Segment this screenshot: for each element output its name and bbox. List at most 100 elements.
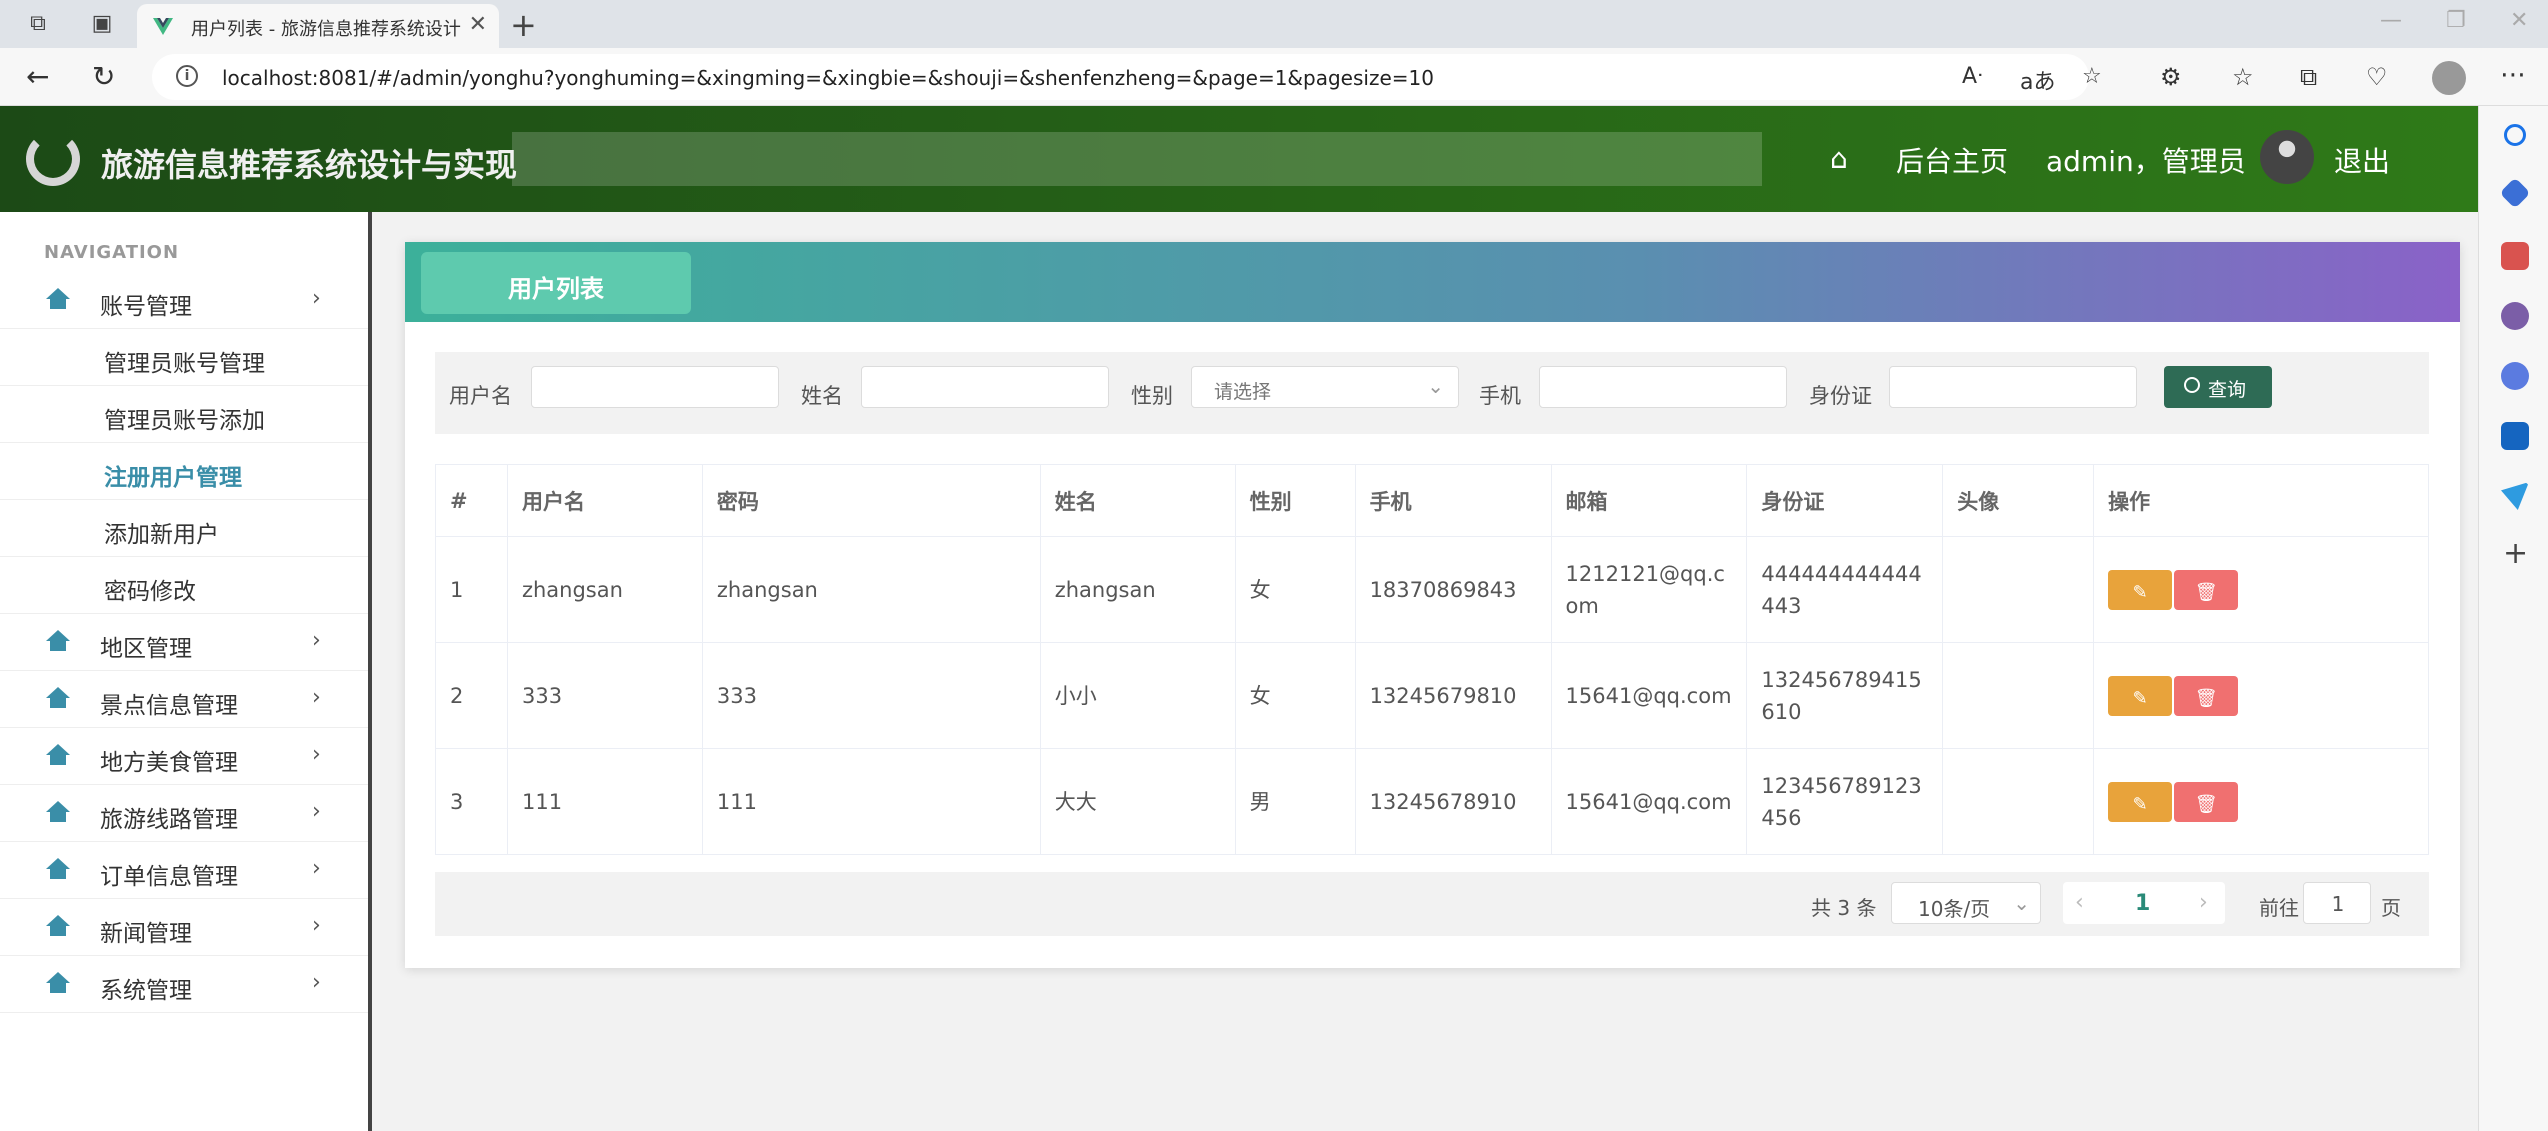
address-bar: ← ↻ i localhost:8081/#/admin/yonghu?yong… — [0, 48, 2548, 106]
name-input[interactable] — [861, 366, 1109, 408]
current-user: admin，管理员 — [2046, 145, 2246, 178]
prev-page-icon[interactable]: ‹ — [2075, 890, 2084, 915]
column-header: 性别 — [1234, 464, 1356, 537]
phone-input[interactable] — [1539, 366, 1787, 408]
avatar-cell — [1942, 748, 2095, 855]
back-icon[interactable]: ← — [26, 60, 49, 93]
avatar-cell — [1942, 536, 2095, 643]
delete-button[interactable]: 🗑 — [2174, 569, 2239, 610]
chevron-right-icon: › — [312, 286, 321, 311]
backend-home-link[interactable]: 后台主页 — [1896, 140, 2008, 180]
favorites-icon[interactable]: ☆ — [2232, 63, 2254, 91]
favorite-star-icon[interactable]: ☆ — [2082, 64, 2102, 89]
search-icon[interactable] — [2504, 124, 2526, 146]
page-size-select[interactable]: 10条/页 ⌄ — [1891, 882, 2041, 924]
edit-icon: ✎ — [2132, 581, 2148, 603]
nav-item-add-admin[interactable]: 管理员账号添加 — [0, 386, 368, 443]
table-cell: 2 — [435, 642, 508, 749]
nav-group-label: 新闻管理 — [100, 921, 192, 947]
tab-actions-icon[interactable]: ▣ — [88, 10, 116, 38]
column-header: 手机 — [1354, 464, 1552, 537]
nav-group-label: 系统管理 — [100, 978, 192, 1004]
people-icon[interactable] — [2501, 302, 2529, 330]
chevron-right-icon: › — [312, 970, 321, 995]
chevron-down-icon: ⌄ — [2013, 891, 2030, 915]
home-icon — [46, 972, 70, 994]
minimize-icon[interactable]: — — [2380, 8, 2402, 33]
nav-item-registered-users[interactable]: 注册用户管理 — [0, 443, 368, 500]
nav-item-label: 注册用户管理 — [104, 465, 242, 491]
profile-avatar[interactable] — [2432, 61, 2466, 95]
chevron-right-icon: › — [312, 685, 321, 710]
home-icon — [46, 744, 70, 766]
nav-item-admin-accounts[interactable]: 管理员账号管理 — [0, 329, 368, 386]
search-icon — [2184, 377, 2200, 393]
tab-user-list[interactable]: 用户列表 — [421, 252, 691, 314]
table-cell: 333 — [506, 642, 703, 749]
current-page[interactable]: 1 — [2135, 891, 2150, 916]
url-field[interactable]: i localhost:8081/#/admin/yonghu?yonghumi… — [152, 54, 2102, 100]
home-icon — [46, 630, 70, 652]
home-icon — [46, 801, 70, 823]
site-info-icon[interactable]: i — [176, 65, 198, 87]
shopping-tag-icon[interactable] — [2499, 177, 2531, 209]
nav-group-news[interactable]: 新闻管理 › — [0, 899, 368, 956]
chevron-right-icon: › — [312, 856, 321, 881]
nav-group-system[interactable]: 系统管理 › — [0, 956, 368, 1013]
home-icon — [46, 915, 70, 937]
send-icon[interactable] — [2501, 482, 2529, 510]
refresh-icon[interactable]: ↻ — [92, 60, 115, 93]
edit-button[interactable]: ✎ — [2108, 675, 2173, 716]
collections-icon[interactable]: ⧉ — [2300, 63, 2317, 91]
read-aloud-icon[interactable]: A͏ᐧ — [1962, 64, 1983, 89]
table-cell: 女 — [1234, 536, 1356, 643]
vue-logo-icon — [153, 18, 173, 35]
nav-group-orders[interactable]: 订单信息管理 › — [0, 842, 368, 899]
idcard-input[interactable] — [1889, 366, 2137, 408]
new-tab-icon[interactable]: + — [510, 6, 537, 44]
browser-tab-bar: ⧉ ▣ 用户列表 - 旅游信息推荐系统设计与实现 ✕ + — ❐ ✕ — [0, 0, 2548, 48]
delete-button[interactable]: 🗑 — [2174, 781, 2239, 822]
tools-icon[interactable] — [2501, 242, 2529, 270]
nav-item-add-user[interactable]: 添加新用户 — [0, 500, 368, 557]
window-close-icon[interactable]: ✕ — [2510, 8, 2528, 33]
goto-label: 前往 — [2259, 896, 2299, 920]
browser-tab[interactable]: 用户列表 - 旅游信息推荐系统设计与实现 ✕ — [137, 4, 499, 48]
goto-page-input[interactable]: 1 — [2303, 882, 2371, 924]
home-icon — [46, 687, 70, 709]
column-header: 身份证 — [1746, 464, 1944, 537]
username-input[interactable] — [531, 366, 779, 408]
query-button[interactable]: 查询 — [2164, 366, 2272, 408]
home-icon[interactable]: ⌂ — [1830, 142, 1848, 175]
nav-group-routes[interactable]: 旅游线路管理 › — [0, 785, 368, 842]
user-list-card: 用户列表 用户名 姓名 性别 请选择 ⌄ 手机 身份证 查询 # 用户名 密码 … — [405, 242, 2460, 968]
table-cell: 大大 — [1039, 748, 1236, 855]
nav-item-change-password[interactable]: 密码修改 — [0, 557, 368, 614]
url-text[interactable]: localhost:8081/#/admin/yonghu?yonghuming… — [222, 66, 1434, 90]
workspaces-icon[interactable]: ⧉ — [24, 10, 52, 38]
translate-icon[interactable]: aあ — [2020, 64, 2055, 96]
health-icon[interactable]: ♡ — [2366, 63, 2388, 91]
extensions-icon[interactable]: ⚙ — [2160, 63, 2182, 91]
idcard-label: 身份证 — [1809, 384, 1872, 408]
delete-button[interactable]: 🗑 — [2174, 675, 2239, 716]
nav-group-region[interactable]: 地区管理 › — [0, 614, 368, 671]
nav-group-account[interactable]: 账号管理 › — [0, 272, 368, 329]
close-tab-icon[interactable]: ✕ — [469, 12, 487, 37]
more-menu-icon[interactable]: ⋯ — [2500, 60, 2526, 90]
nav-group-local-food[interactable]: 地方美食管理 › — [0, 728, 368, 785]
gender-select[interactable]: 请选择 ⌄ — [1191, 366, 1459, 408]
outlook-icon[interactable] — [2501, 422, 2529, 450]
actions-cell: ✎ 🗑 — [2093, 536, 2429, 643]
trash-icon: 🗑 — [2194, 687, 2218, 709]
edit-button[interactable]: ✎ — [2108, 781, 2173, 822]
edit-button[interactable]: ✎ — [2108, 569, 2173, 610]
nav-group-attractions[interactable]: 景点信息管理 › — [0, 671, 368, 728]
logout-link[interactable]: 退出 — [2334, 140, 2390, 180]
restore-icon[interactable]: ❐ — [2446, 8, 2466, 33]
copilot-icon[interactable] — [2501, 362, 2529, 390]
nav-group-label: 地区管理 — [100, 636, 192, 662]
nav-group-label: 订单信息管理 — [100, 864, 238, 890]
add-sidebar-icon[interactable]: + — [2503, 536, 2528, 571]
next-page-icon[interactable]: › — [2199, 890, 2208, 915]
